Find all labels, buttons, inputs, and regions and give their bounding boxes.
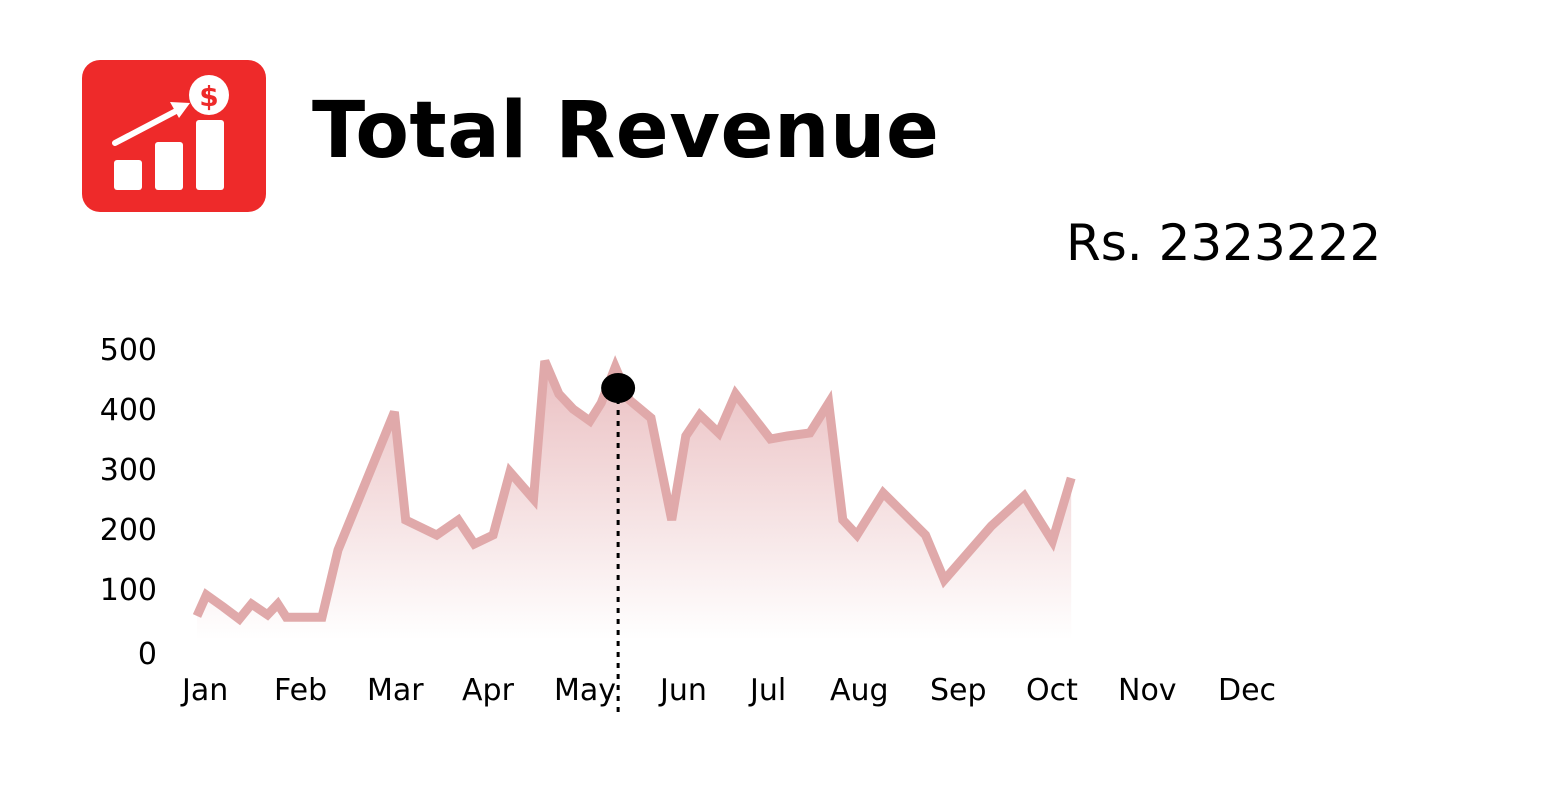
x-tick-label: Feb — [274, 673, 327, 708]
x-tick-label: May — [554, 673, 616, 708]
revenue-chart: 0 100 200 300 400 500 Jan Feb Mar Apr May Jun Jul Au… — [100, 333, 1276, 712]
y-tick-label: 200 — [100, 513, 157, 548]
x-tick-label: Mar — [367, 673, 424, 708]
x-tick-label: Sep — [930, 673, 987, 708]
x-tick-label: Jun — [658, 673, 707, 708]
y-tick-label: 0 — [138, 637, 157, 672]
x-tick-label: Apr — [462, 673, 515, 708]
y-tick-label: 300 — [100, 453, 157, 488]
y-tick-label: 500 — [100, 333, 157, 368]
y-tick-label: 400 — [100, 393, 157, 428]
x-tick-label: Nov — [1118, 673, 1177, 708]
x-tick-label: Oct — [1026, 673, 1078, 708]
x-tick-label: Aug — [830, 673, 889, 708]
y-tick-label: 100 — [100, 573, 157, 608]
hover-marker[interactable] — [601, 373, 636, 403]
x-tick-label: Dec — [1218, 673, 1276, 708]
x-tick-label: Jan — [180, 673, 228, 708]
x-tick-label: Jul — [748, 673, 786, 708]
